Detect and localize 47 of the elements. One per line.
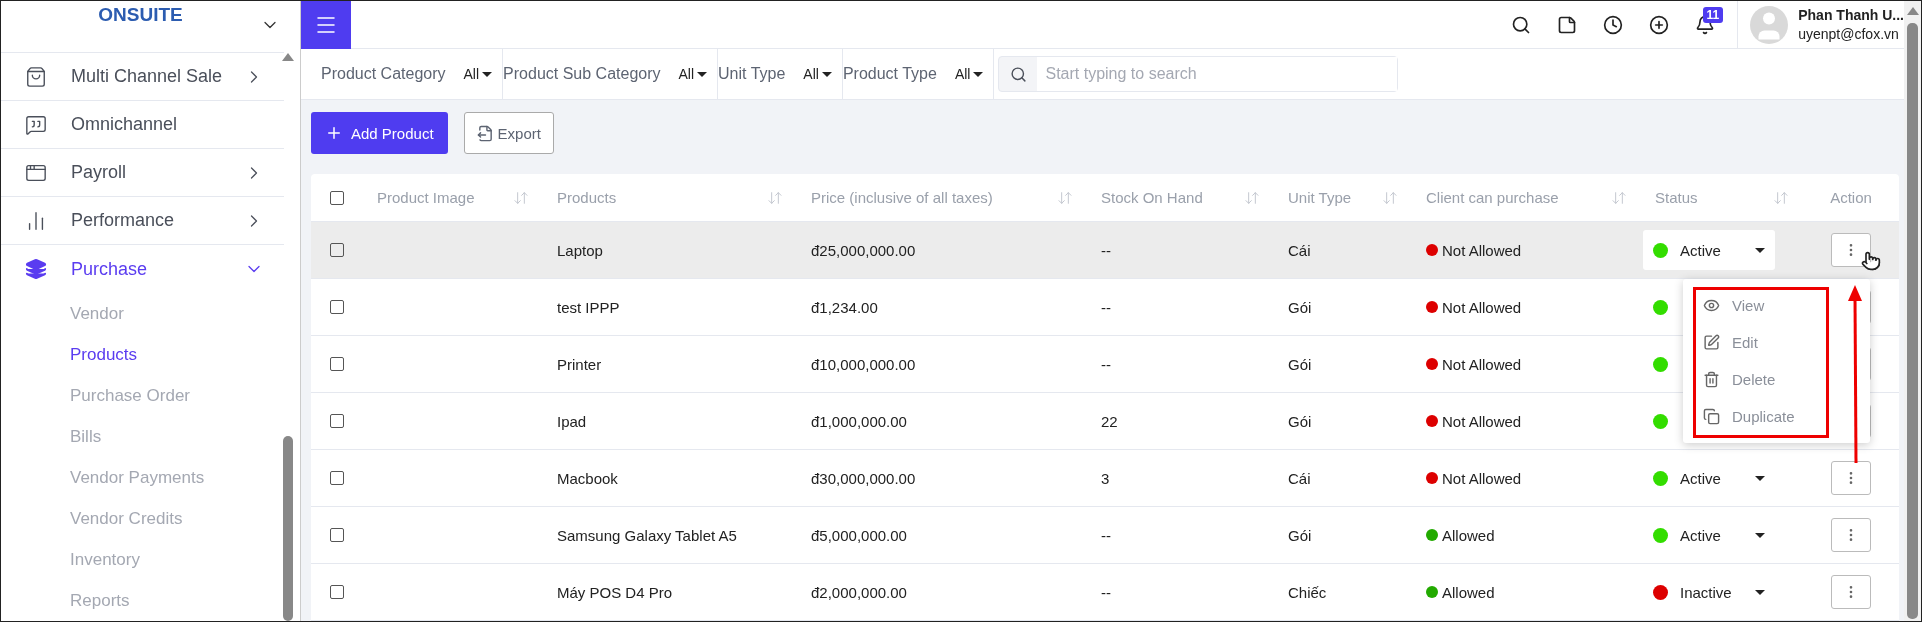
sidebar-label: Performance (71, 210, 176, 231)
client-purchase-text: Not Allowed (1442, 241, 1522, 259)
table-cell-text: test IPPP (556, 298, 621, 316)
filter-label: Product Type (842, 65, 937, 83)
notification-badge: 11 (1702, 6, 1724, 23)
table-cell-text: đ2,000,000.00 (810, 583, 908, 601)
table-cell-text: -- (1100, 241, 1112, 259)
sidebar-label: Purchase (71, 258, 149, 280)
client-purchase-text: Allowed (1442, 526, 1495, 544)
table-cell-text: -- (1100, 298, 1112, 316)
table-cell-text: đ1,000,000.00 (810, 412, 908, 430)
table-cell-text: Laptop (556, 241, 604, 259)
table-cell-text: Cái (1287, 241, 1312, 259)
sidebar-label: Payroll (71, 162, 128, 183)
table-cell-text: Máy POS D4 Pro (556, 583, 674, 601)
table-cell-text: -- (1100, 526, 1112, 544)
table-cell-text: 22 (1100, 412, 1119, 430)
table-cell-text: Gói (1287, 412, 1313, 430)
user-name: Phan Thanh U... (1798, 7, 1904, 23)
table-cell-text: đ25,000,000.00 (810, 241, 917, 259)
table-cell-text: Gói (1287, 526, 1313, 544)
sidebar-label: Multi Channel Sale (71, 66, 224, 87)
client-purchase-text: Allowed (1442, 583, 1495, 601)
client-purchase-text: Not Allowed (1442, 469, 1522, 487)
table-cell-text: Printer (556, 355, 603, 373)
filter-label: Unit Type (718, 65, 786, 83)
filter-label: Product Sub Category (503, 65, 661, 83)
table-cell-text: đ1,234.00 (810, 298, 879, 316)
table-cell-text: đ10,000,000.00 (810, 355, 917, 373)
sidebar-label: Omnichannel (71, 114, 179, 135)
table-cell-text: 3 (1100, 469, 1111, 487)
client-purchase-text: Not Allowed (1442, 298, 1522, 316)
table-cell-text: -- (1100, 583, 1112, 601)
table-cell-text: Gói (1287, 355, 1313, 373)
table-cell-text: Macbook (556, 469, 619, 487)
table-cell-text: đ5,000,000.00 (810, 526, 908, 544)
filter-label: Product Category (321, 65, 446, 83)
client-purchase-text: Not Allowed (1442, 355, 1522, 373)
client-purchase-text: Not Allowed (1442, 412, 1522, 430)
table-cell-text: Gói (1287, 298, 1313, 316)
table-cell-text: Cái (1287, 469, 1312, 487)
table-cell-text: Samsung Galaxy Tablet A5 (556, 526, 738, 544)
table-cell-text: -- (1100, 355, 1112, 373)
table-cell-text: đ30,000,000.00 (810, 469, 917, 487)
table-cell-text: Ipad (556, 412, 588, 430)
table-cell-text: Chiếc (1287, 583, 1328, 601)
user-email: uyenpt@cfox.vn (1798, 26, 1900, 42)
